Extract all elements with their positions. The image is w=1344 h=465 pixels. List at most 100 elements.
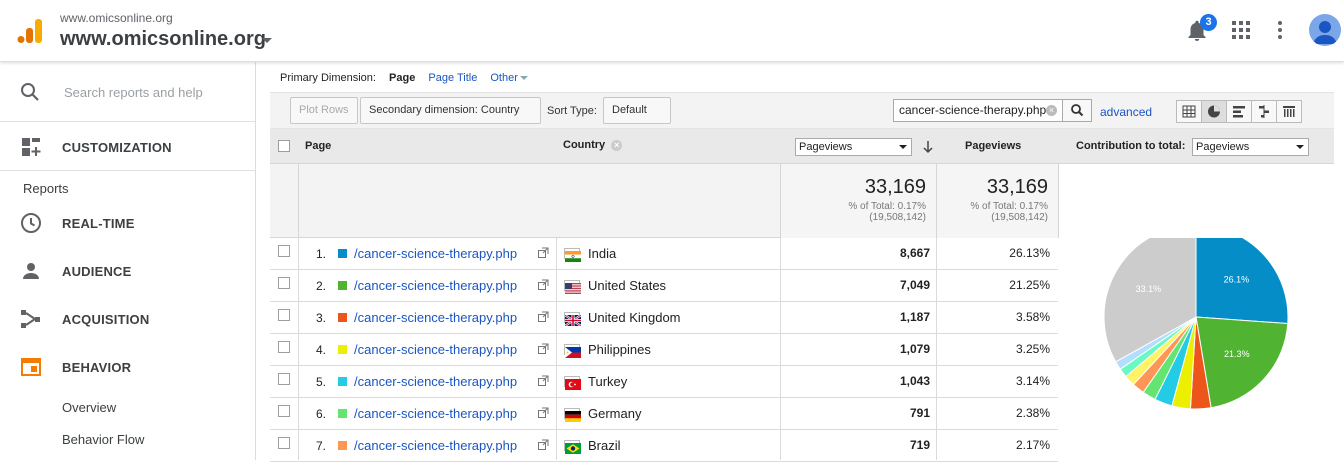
- view-table-button[interactable]: [1176, 100, 1202, 123]
- dimension-page-title[interactable]: Page Title: [428, 72, 477, 84]
- sidebar: Search reports and help CUSTOMIZATION Re…: [0, 62, 256, 460]
- page-link[interactable]: /cancer-science-therapy.php: [354, 406, 517, 421]
- sidebar-subitem-overview[interactable]: Overview: [62, 400, 116, 415]
- search-row[interactable]: Search reports and help: [0, 62, 255, 122]
- search-icon[interactable]: [20, 82, 40, 102]
- divider: [298, 164, 299, 238]
- view-pivot-button[interactable]: [1276, 100, 1302, 123]
- ph-flag-icon: [564, 344, 581, 358]
- apps-grid-icon[interactable]: [1232, 21, 1250, 39]
- page-link[interactable]: /cancer-science-therapy.php: [354, 310, 517, 325]
- sort-arrow-down-icon[interactable]: [922, 140, 934, 154]
- property-selector[interactable]: www.omicsonline.org: [60, 28, 266, 51]
- advanced-filter-link[interactable]: advanced: [1100, 105, 1152, 119]
- column-header-country-label: Country: [563, 139, 606, 151]
- sidebar-subitem-behavior-flow[interactable]: Behavior Flow: [62, 432, 144, 447]
- view-pie-button[interactable]: [1201, 100, 1227, 123]
- external-link-icon[interactable]: [538, 375, 549, 386]
- series-color-swatch: [338, 281, 347, 290]
- clear-icon[interactable]: ×: [1046, 105, 1057, 116]
- pageviews-value: 791: [909, 406, 930, 420]
- external-link-icon[interactable]: [538, 343, 549, 354]
- divider: [780, 238, 781, 460]
- row-checkbox[interactable]: [278, 245, 290, 257]
- page-link[interactable]: /cancer-science-therapy.php: [354, 342, 517, 357]
- clock-icon: [21, 213, 41, 233]
- contribution-percent: 26.13%: [1009, 246, 1050, 260]
- table-row: 1. /cancer-science-therapy.php India 8,667 2…: [270, 238, 1058, 270]
- report-main: Primary Dimension: Page Page Title Other…: [270, 62, 1344, 462]
- avatar[interactable]: [1309, 14, 1341, 46]
- divider: [298, 238, 299, 460]
- row-checkbox[interactable]: [278, 437, 290, 449]
- analytics-logo-icon[interactable]: [16, 17, 44, 45]
- pageviews-value: 7,049: [899, 278, 930, 292]
- view-performance-button[interactable]: [1226, 100, 1252, 123]
- page-link[interactable]: /cancer-science-therapy.php: [354, 246, 517, 261]
- page-link[interactable]: /cancer-science-therapy.php: [354, 374, 517, 389]
- pie-chart-panel: 26.1% 21.3% 33.1%: [1058, 224, 1334, 460]
- uk-flag-icon: [564, 312, 582, 327]
- sidebar-item-acquisition[interactable]: ACQUISITION: [0, 295, 255, 343]
- row-checkbox[interactable]: [278, 309, 290, 321]
- chevron-down-icon[interactable]: [262, 38, 272, 43]
- total-value: 33,169: [864, 176, 926, 198]
- column-header-country[interactable]: Country ×: [563, 139, 623, 151]
- external-link-icon[interactable]: [538, 279, 549, 290]
- us-flag-icon: [564, 280, 581, 294]
- sidebar-item-behavior[interactable]: BEHAVIOR: [0, 343, 255, 391]
- column-header-page[interactable]: Page: [305, 140, 331, 152]
- country-name: Turkey: [588, 374, 628, 389]
- pie-chart[interactable]: 26.1% 21.3% 33.1%: [1058, 224, 1334, 460]
- more-options-icon[interactable]: [1272, 20, 1288, 40]
- external-link-icon[interactable]: [538, 247, 549, 258]
- bar-view-icon: [1233, 106, 1245, 118]
- pie-header-space: [1058, 164, 1334, 238]
- sidebar-item-audience[interactable]: AUDIENCE: [0, 247, 255, 295]
- br-flag-icon: [564, 440, 581, 454]
- table-row: 7. /cancer-science-therapy.php Brazil 719 2.…: [270, 430, 1058, 462]
- dimension-page[interactable]: Page: [389, 72, 415, 84]
- country-name: India: [588, 246, 617, 261]
- external-link-icon[interactable]: [538, 407, 549, 418]
- tr-flag-icon: [564, 376, 581, 390]
- pageviews-value: 8,667: [899, 246, 930, 260]
- column-header-pageviews[interactable]: Pageviews: [965, 140, 1021, 152]
- divider: [936, 238, 937, 460]
- row-checkbox[interactable]: [278, 341, 290, 353]
- plot-rows-button[interactable]: Plot Rows: [290, 97, 358, 124]
- metric-select[interactable]: Pageviews: [795, 138, 912, 156]
- view-comparison-button[interactable]: [1251, 100, 1277, 123]
- contribution-select-value: Pageviews: [1196, 141, 1250, 153]
- filter-search-button[interactable]: [1062, 99, 1092, 122]
- table-row: 6. /cancer-science-therapy.php Germany 791 2…: [270, 398, 1058, 430]
- external-link-icon[interactable]: [538, 311, 549, 322]
- top-bar: www.omicsonline.org www.omicsonline.org …: [0, 0, 1344, 62]
- chevron-down-icon: [899, 145, 907, 149]
- select-all-checkbox[interactable]: [278, 140, 290, 152]
- secondary-dimension-select[interactable]: Secondary dimension: Country: [360, 97, 541, 138]
- sidebar-item-customization[interactable]: CUSTOMIZATION: [0, 123, 255, 171]
- page-link[interactable]: /cancer-science-therapy.php: [354, 278, 517, 293]
- dimension-other[interactable]: Other: [490, 72, 538, 84]
- filter-input[interactable]: cancer-science-therapy.php ×: [893, 99, 1063, 122]
- divider: [0, 170, 255, 171]
- series-color-swatch: [338, 377, 347, 386]
- external-link-icon[interactable]: [538, 439, 549, 450]
- search-input[interactable]: Search reports and help: [64, 85, 203, 100]
- sort-type-select[interactable]: Default: [603, 97, 671, 138]
- row-checkbox[interactable]: [278, 373, 290, 385]
- primary-dimension-label: Primary Dimension:: [280, 72, 376, 84]
- row-index: 4.: [315, 343, 326, 357]
- row-checkbox[interactable]: [278, 277, 290, 289]
- total-site: (19,508,142): [869, 212, 926, 223]
- sidebar-item-real-time[interactable]: REAL-TIME: [0, 199, 255, 247]
- table-row: 3. /cancer-science-therapy.php United King…: [270, 302, 1058, 334]
- row-checkbox[interactable]: [278, 405, 290, 417]
- total-contribution-cell: 33,169 % of Total: 0.17% (19,508,142): [936, 164, 1058, 238]
- pie-slice[interactable]: [1195, 316, 1289, 409]
- remove-dimension-icon[interactable]: ×: [611, 139, 623, 151]
- pageviews-value: 1,187: [899, 310, 930, 324]
- contribution-select[interactable]: Pageviews: [1192, 138, 1309, 156]
- page-link[interactable]: /cancer-science-therapy.php: [354, 438, 517, 453]
